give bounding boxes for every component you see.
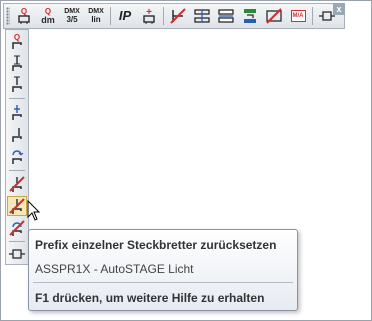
toolbar-separator — [163, 7, 164, 25]
align-bar-icon — [218, 9, 234, 23]
v-i-plug-button-2[interactable] — [7, 74, 27, 94]
add-connector-icon — [12, 105, 22, 120]
v-strike-rotate-button[interactable] — [7, 218, 27, 238]
q-dm-button[interactable]: Q dm — [37, 5, 59, 27]
ip-button[interactable]: IP — [114, 5, 136, 27]
v-hook-button[interactable] — [7, 124, 27, 144]
v-strike-plug-button[interactable] — [7, 174, 27, 194]
slash-link-icon — [170, 8, 186, 24]
i-plug-icon — [12, 55, 22, 71]
slash-link-button[interactable] — [167, 5, 189, 27]
toolbar-separator — [9, 170, 25, 171]
toolbar-close-button[interactable]: x — [333, 3, 345, 15]
rotate-icon — [12, 150, 24, 164]
toolbar-separator — [110, 7, 111, 25]
window-frame: Q Q dm DMX 3/5 DMX lin IP + M/A x Q Pref… — [0, 0, 372, 321]
socket-icon — [9, 249, 25, 259]
horizontal-toolbar: Q Q dm DMX 3/5 DMX lin IP + M/A — [3, 3, 345, 29]
reset-prefix-icon — [9, 198, 25, 214]
cycle-icon — [244, 9, 256, 23]
svg-text:Q: Q — [21, 7, 27, 16]
mouse-cursor-icon — [27, 200, 41, 221]
mia-button[interactable]: M/A — [287, 5, 309, 27]
tooltip-description: ASSPR1X - AutoSTAGE Licht — [35, 262, 194, 276]
add-plug-button[interactable]: + — [138, 5, 160, 27]
svg-text:Q: Q — [14, 33, 20, 42]
dmx-35-label: 3/5 — [66, 15, 78, 24]
split-bar-button[interactable] — [191, 5, 213, 27]
strike-plug-icon — [9, 176, 25, 192]
strike-rotate-icon — [9, 220, 25, 236]
split-bar-icon — [194, 9, 210, 23]
ip-label: IP — [118, 8, 132, 23]
strike-button[interactable] — [263, 5, 285, 27]
dmx-lin-label: lin — [91, 15, 101, 24]
v-socket-button[interactable] — [7, 244, 27, 264]
dmx-lin-button[interactable]: DMX lin — [85, 5, 107, 27]
dmx-35-button[interactable]: DMX 3/5 — [61, 5, 83, 27]
q-dm-icon: Q dm — [41, 7, 55, 25]
mia-label: M/A — [290, 10, 306, 22]
tooltip-divider — [33, 282, 293, 283]
toolbar-separator — [312, 7, 313, 25]
v-i-plug-button[interactable] — [7, 53, 27, 73]
add-plug-icon: + — [143, 7, 155, 24]
cycle-button[interactable] — [239, 5, 261, 27]
q-plug-icon: Q — [12, 33, 22, 49]
align-bar-button[interactable] — [215, 5, 237, 27]
vertical-toolbar: Q — [5, 29, 29, 265]
v-rotate-button[interactable] — [7, 146, 27, 166]
v-reset-prefix-button[interactable] — [7, 196, 27, 216]
q-plug-icon: Q — [18, 7, 30, 24]
q-plug-button[interactable]: Q — [13, 5, 35, 27]
v-q-plug-button[interactable]: Q — [7, 32, 27, 52]
strike-icon — [266, 8, 282, 24]
hook-icon — [12, 128, 22, 142]
tooltip-help-text: F1 drücken, um weitere Hilfe zu erhalten — [35, 291, 265, 305]
v-add-conn-button[interactable] — [7, 102, 27, 122]
toolbar-separator — [9, 241, 25, 242]
tooltip-title: Prefix einzelner Steckbretter zurücksetz… — [35, 238, 277, 252]
tooltip: Prefix einzelner Steckbretter zurücksetz… — [28, 229, 298, 311]
toolbar-separator — [9, 98, 25, 99]
i-plug-icon — [12, 76, 22, 92]
dm-label: dm — [41, 15, 55, 25]
toolbar-grip[interactable] — [6, 7, 10, 25]
